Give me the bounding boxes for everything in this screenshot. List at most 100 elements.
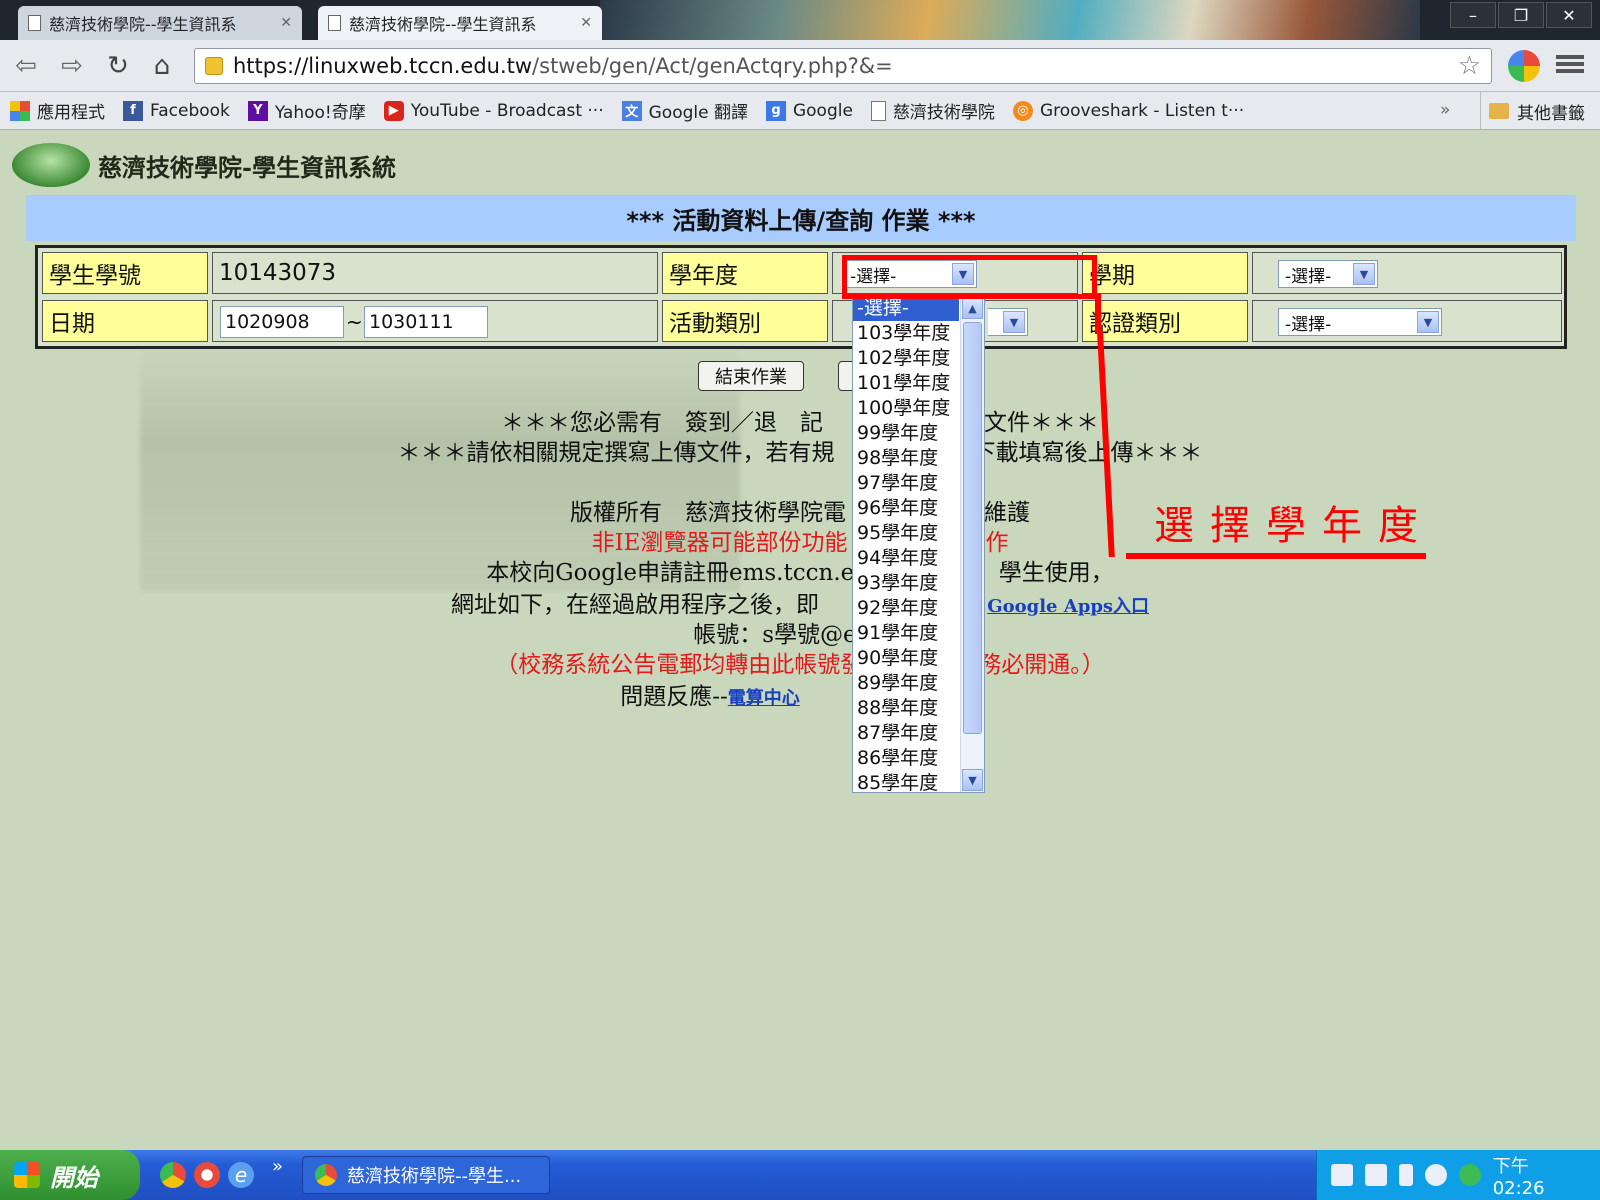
- activity-type-select[interactable]: ▼: [988, 308, 1028, 336]
- semester-label: 學期: [1082, 252, 1248, 294]
- site-header: 慈濟技術學院-學生資訊系統: [12, 143, 396, 187]
- menu-icon[interactable]: [1556, 52, 1584, 80]
- page-banner: *** 活動資料上傳/查詢 作業 ***: [26, 195, 1576, 241]
- year-option[interactable]: 97學年度: [853, 471, 959, 496]
- tab-2-active[interactable]: 慈濟技術學院--學生資訊系 ✕: [318, 6, 602, 40]
- clock: 下午 02:26: [1492, 1155, 1545, 1199]
- year-option[interactable]: 95學年度: [853, 521, 959, 546]
- tab-close-icon[interactable]: ✕: [580, 15, 592, 31]
- semester-select[interactable]: -選擇- ▼: [1278, 260, 1378, 288]
- date-to-input[interactable]: 1030111: [364, 306, 488, 338]
- scroll-up-icon[interactable]: ▲: [962, 297, 983, 319]
- query-form-table: 學生學號 10143073 學年度 學期 日期 活動類別 認證類別 -選擇- ▼…: [35, 245, 1567, 349]
- semester-select-value: -選擇-: [1285, 266, 1332, 287]
- bookmark-facebook[interactable]: f Facebook: [123, 100, 230, 121]
- other-bookmarks-label: 其他書籤: [1517, 103, 1585, 124]
- email-notice-line: （校務系統公告電郵均轉由此帳號發 務必開通。）: [495, 652, 1105, 678]
- other-bookmarks[interactable]: 其他書籤: [1480, 92, 1585, 130]
- bookmark-star-icon[interactable]: ☆: [1458, 51, 1481, 81]
- year-option[interactable]: 91學年度: [853, 621, 959, 646]
- year-option[interactable]: 88學年度: [853, 696, 959, 721]
- bookmarks-overflow-icon[interactable]: »: [1440, 100, 1450, 120]
- reload-icon[interactable]: ↻: [102, 50, 134, 82]
- network-icon[interactable]: [1398, 1164, 1413, 1186]
- chrome-alt-icon[interactable]: [194, 1162, 220, 1188]
- scroll-thumb[interactable]: [963, 322, 982, 734]
- minimize-button[interactable]: –: [1450, 2, 1496, 28]
- year-option[interactable]: 94學年度: [853, 546, 959, 571]
- year-option[interactable]: 96學年度: [853, 496, 959, 521]
- year-option[interactable]: 99學年度: [853, 421, 959, 446]
- restore-button[interactable]: ❐: [1498, 2, 1544, 28]
- year-option[interactable]: -選擇-: [853, 296, 959, 321]
- forward-icon[interactable]: ⇨: [56, 50, 88, 82]
- tray-app-icon[interactable]: [1458, 1164, 1481, 1186]
- bookmark-apps[interactable]: 應用程式: [10, 98, 105, 123]
- address-bar[interactable]: https://linuxweb.tccn.edu.tw/stweb/gen/A…: [194, 48, 1492, 84]
- url-path: /stweb/gen/Act/genActqry.php?&=: [532, 54, 893, 78]
- date-from-input[interactable]: 1020908: [220, 306, 344, 338]
- back-icon[interactable]: ⇦: [10, 50, 42, 82]
- tab-1[interactable]: 慈濟技術學院--學生資訊系 ✕: [18, 6, 302, 40]
- google-apps-link[interactable]: Google Apps入口: [987, 596, 1149, 617]
- windows-logo-icon: [14, 1162, 40, 1188]
- page-icon: [870, 100, 886, 121]
- bookmark-google-translate[interactable]: 文 Google 翻譯: [621, 98, 748, 123]
- year-option[interactable]: 103學年度: [853, 321, 959, 346]
- tray-arrow-icon[interactable]: [1424, 1164, 1447, 1186]
- scroll-down-icon[interactable]: ▼: [962, 769, 983, 791]
- notice-line-2: ＊＊＊請依相關規定撰寫上傳文件，若有規 下載填寫後上傳＊＊＊: [397, 440, 1203, 466]
- internet-explorer-icon[interactable]: e: [228, 1162, 254, 1188]
- year-option[interactable]: 92學年度: [853, 596, 959, 621]
- close-button[interactable]: ✕: [1546, 2, 1592, 28]
- bookmark-label: YouTube - Broadcast ···: [410, 100, 604, 121]
- home-icon[interactable]: ⌂: [146, 50, 178, 82]
- keyboard-icon[interactable]: [1331, 1164, 1353, 1186]
- cert-type-select-value: -選擇-: [1285, 314, 1332, 335]
- year-option[interactable]: 93學年度: [853, 571, 959, 596]
- computer-center-link[interactable]: 電算中心: [728, 688, 800, 709]
- url-host: https://linuxweb.tccn.edu.tw: [233, 54, 533, 78]
- bookmarks-bar: 應用程式 f Facebook Y Yahoo!奇摩 ▶ YouTube - Broa…: [0, 92, 1600, 130]
- year-label: 學年度: [662, 252, 828, 294]
- year-option[interactable]: 89學年度: [853, 671, 959, 696]
- bookmark-label: Yahoo!奇摩: [274, 103, 366, 123]
- quicklaunch-more-icon[interactable]: »: [272, 1156, 283, 1177]
- bookmark-grooveshark[interactable]: ◎ Grooveshark - Listen t···: [1012, 100, 1244, 121]
- cert-type-select[interactable]: -選擇- ▼: [1278, 308, 1442, 336]
- year-option[interactable]: 100學年度: [853, 396, 959, 421]
- year-option[interactable]: 85學年度: [853, 771, 959, 792]
- student-id-label: 學生學號: [42, 252, 208, 294]
- notice-line-1: ＊＊＊您必需有 簽到／退 記 文件＊＊＊: [501, 410, 1099, 436]
- tab-close-icon[interactable]: ✕: [280, 15, 292, 31]
- bookmark-google[interactable]: g Google: [765, 100, 853, 121]
- chevron-down-icon[interactable]: ▼: [1003, 311, 1025, 333]
- cert-type-label: 認證類別: [1082, 300, 1248, 342]
- chevron-down-icon[interactable]: ▼: [1417, 311, 1439, 333]
- year-option[interactable]: 86學年度: [853, 746, 959, 771]
- year-dropdown-list[interactable]: -選擇- 103學年度 102學年度 101學年度 100學年度 99學年度 98學年度 97…: [852, 295, 985, 793]
- annotation-line: [1095, 294, 1101, 334]
- year-option[interactable]: 102學年度: [853, 346, 959, 371]
- yahoo-icon: Y: [247, 100, 268, 121]
- chrome-icon[interactable]: [160, 1162, 186, 1188]
- taskbar-window-button[interactable]: 慈濟技術學院--學生...: [302, 1156, 550, 1194]
- end-task-button[interactable]: 結束作業: [698, 361, 804, 391]
- extension-icon[interactable]: [1508, 50, 1540, 82]
- date-range-separator: ~: [346, 310, 363, 334]
- start-button[interactable]: 開始: [0, 1150, 140, 1200]
- bookmark-label: 應用程式: [37, 103, 105, 123]
- lock-warning-icon: [205, 57, 223, 75]
- bookmark-youtube[interactable]: ▶ YouTube - Broadcast ···: [383, 100, 604, 121]
- bookmark-yahoo[interactable]: Y Yahoo!奇摩: [247, 98, 366, 123]
- year-option[interactable]: 90學年度: [853, 646, 959, 671]
- chevron-down-icon[interactable]: ▼: [1353, 263, 1375, 285]
- dropdown-scrollbar[interactable]: ▲ ▼: [960, 296, 984, 792]
- system-tray: 下午 02:26: [1316, 1150, 1600, 1200]
- year-option[interactable]: 87學年度: [853, 721, 959, 746]
- google-apps-line-2: 網址如下，在經過啟用程序之後，即 ， Google Apps入口: [0, 585, 1600, 619]
- help-icon[interactable]: [1364, 1164, 1387, 1186]
- bookmark-tccn[interactable]: 慈濟技術學院: [870, 98, 995, 123]
- year-option[interactable]: 98學年度: [853, 446, 959, 471]
- year-option[interactable]: 101學年度: [853, 371, 959, 396]
